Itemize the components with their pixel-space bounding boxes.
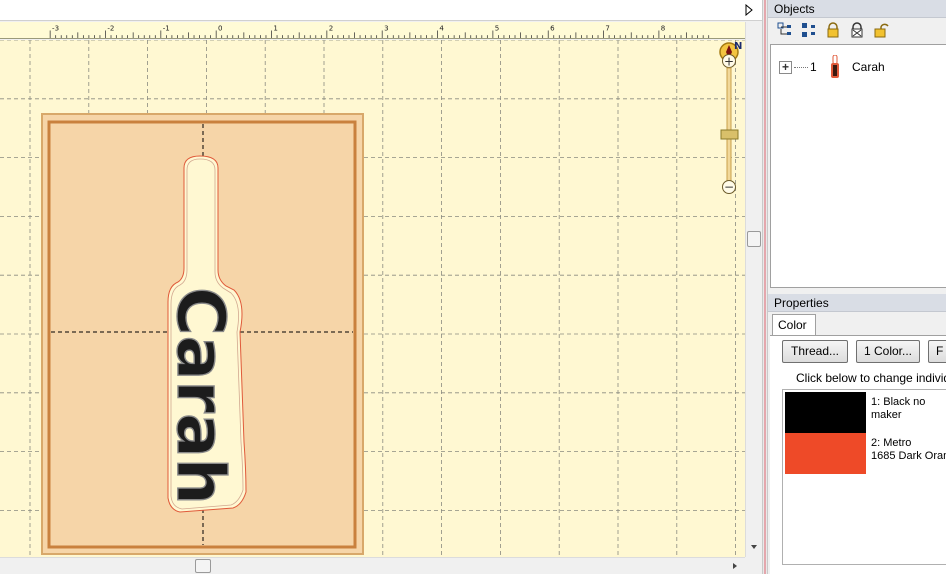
thread-button[interactable]: Thread... <box>782 340 848 363</box>
zoom-track[interactable] <box>726 67 732 183</box>
objects-toolbar <box>768 18 946 42</box>
ruler-label: -1 <box>163 23 170 32</box>
properties-panel-title: Properties <box>768 294 946 312</box>
tree-item-name: Carah <box>852 60 885 74</box>
lock-cross-icon[interactable] <box>848 21 866 39</box>
tree-expand-icon[interactable]: + <box>779 60 792 74</box>
tab-color[interactable]: Color <box>772 314 816 336</box>
objects-tree[interactable]: + 1 Carah <box>770 44 946 288</box>
design-surface[interactable]: Carah N + − <box>0 40 745 557</box>
color-2-name: 2: Metro <box>871 437 912 449</box>
zoom-out-icon: − <box>724 180 734 194</box>
ruler-label: 2 <box>329 23 333 32</box>
zoom-in-icon: + <box>724 55 734 69</box>
side-panels: Objects + 1 Carah Properties Color Threa… <box>768 0 946 574</box>
tree-item-carah[interactable]: + 1 Carah <box>779 55 885 79</box>
canvas-top-strip <box>0 0 762 21</box>
horizontal-scrollbar[interactable] <box>0 557 745 574</box>
scroll-right-icon[interactable] <box>729 560 741 572</box>
vertical-scrollbar-thumb[interactable] <box>747 231 761 247</box>
horizontal-scrollbar-thumb[interactable] <box>195 559 211 573</box>
one-color-button[interactable]: 1 Color... <box>856 340 920 363</box>
design-canvas-area: -3 -2 -1 0 1 2 3 4 5 6 7 8 Carah N + − <box>0 0 762 574</box>
thread-color-list[interactable]: 1: Black no maker 2: Metro 1685 Dark Ora… <box>782 389 946 565</box>
color-2-code: 1685 Dark Orange <box>871 450 946 462</box>
color-hint-text: Click below to change individual <box>796 371 946 385</box>
ruler-label: 4 <box>439 23 444 32</box>
third-button[interactable]: F <box>928 340 946 363</box>
horizontal-ruler: -3 -2 -1 0 1 2 3 4 5 6 7 8 <box>0 22 745 39</box>
lock-icon[interactable] <box>824 21 842 39</box>
ruler-label: 0 <box>218 23 223 32</box>
properties-panel: Color Thread... 1 Color... F Click below… <box>768 312 946 574</box>
scroll-down-icon[interactable] <box>748 541 760 553</box>
ruler-label: 3 <box>384 23 388 32</box>
ruler-label: 7 <box>605 23 609 32</box>
ruler-label: 8 <box>661 23 665 32</box>
ruler-label: 6 <box>550 23 555 32</box>
design-lettering[interactable]: Carah <box>161 286 239 505</box>
collapse-all-icon[interactable] <box>800 21 818 39</box>
tree-item-number: 1 <box>810 60 817 74</box>
compass-letter: N <box>734 41 742 52</box>
ruler-label: -2 <box>107 23 114 32</box>
color-swatch-dark-orange[interactable] <box>785 433 866 474</box>
tree-connector <box>794 66 808 68</box>
color-tab-panel: Thread... 1 Color... F Click below to ch… <box>770 335 946 574</box>
color-2-label: 2: Metro 1685 Dark Orange <box>871 437 946 463</box>
expand-all-icon[interactable] <box>776 21 794 39</box>
embroidery-object-icon <box>831 55 839 78</box>
ruler-label: 1 <box>273 23 277 32</box>
objects-panel-title: Objects <box>768 0 946 18</box>
splitter-highlight <box>764 0 766 574</box>
expand-right-icon[interactable] <box>744 4 754 16</box>
unlock-icon[interactable] <box>872 21 890 39</box>
design-drawing: Carah N + − <box>0 40 745 557</box>
color-1-maker: maker <box>871 409 902 421</box>
vertical-scrollbar[interactable] <box>745 22 762 557</box>
color-swatch-black[interactable] <box>785 392 866 433</box>
zoom-slider-thumb[interactable] <box>720 129 739 140</box>
ruler-label: 5 <box>495 23 499 32</box>
ruler-label: -3 <box>52 23 59 32</box>
embroidery-editor-window: -3 -2 -1 0 1 2 3 4 5 6 7 8 Carah N + − O… <box>0 0 946 574</box>
color-1-name: 1: Black no <box>871 396 926 408</box>
color-1-label: 1: Black no maker <box>871 396 925 422</box>
